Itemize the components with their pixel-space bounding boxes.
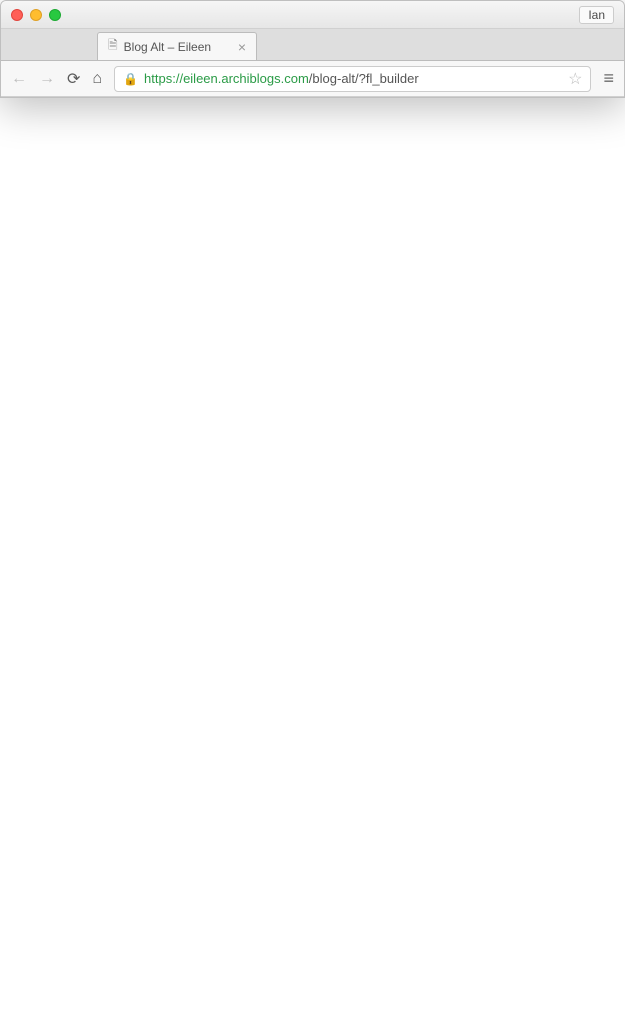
back-icon[interactable]: ← — [11, 70, 27, 88]
tab-title: Blog Alt – Eileen — [124, 40, 211, 54]
zoom-window-icon[interactable] — [49, 9, 61, 21]
forward-icon[interactable]: → — [39, 70, 55, 88]
minimize-window-icon[interactable] — [30, 9, 42, 21]
hamburger-menu-icon[interactable]: ≡ — [603, 68, 614, 89]
reload-icon[interactable]: ⟳ — [67, 69, 80, 89]
window-titlebar: Ian — [1, 1, 624, 29]
address-bar[interactable]: 🔒 https://eileen.archiblogs.com/blog-alt… — [114, 66, 591, 92]
browser-toolbar: ← → ⟳ ⌂ 🔒 https://eileen.archiblogs.com/… — [1, 61, 624, 97]
close-tab-icon[interactable]: × — [238, 39, 246, 55]
lock-icon: 🔒 — [123, 72, 138, 86]
home-icon[interactable]: ⌂ — [92, 70, 102, 88]
close-window-icon[interactable] — [11, 9, 23, 21]
page-icon: 🗎 — [108, 36, 118, 57]
profile-badge[interactable]: Ian — [579, 6, 614, 24]
browser-tab[interactable]: 🗎 Blog Alt – Eileen × — [97, 32, 257, 60]
bookmark-star-icon[interactable]: ☆ — [568, 69, 582, 89]
tab-bar: 🗎 Blog Alt – Eileen × — [1, 29, 624, 61]
url-text: https://eileen.archiblogs.com/blog-alt/?… — [144, 71, 419, 86]
